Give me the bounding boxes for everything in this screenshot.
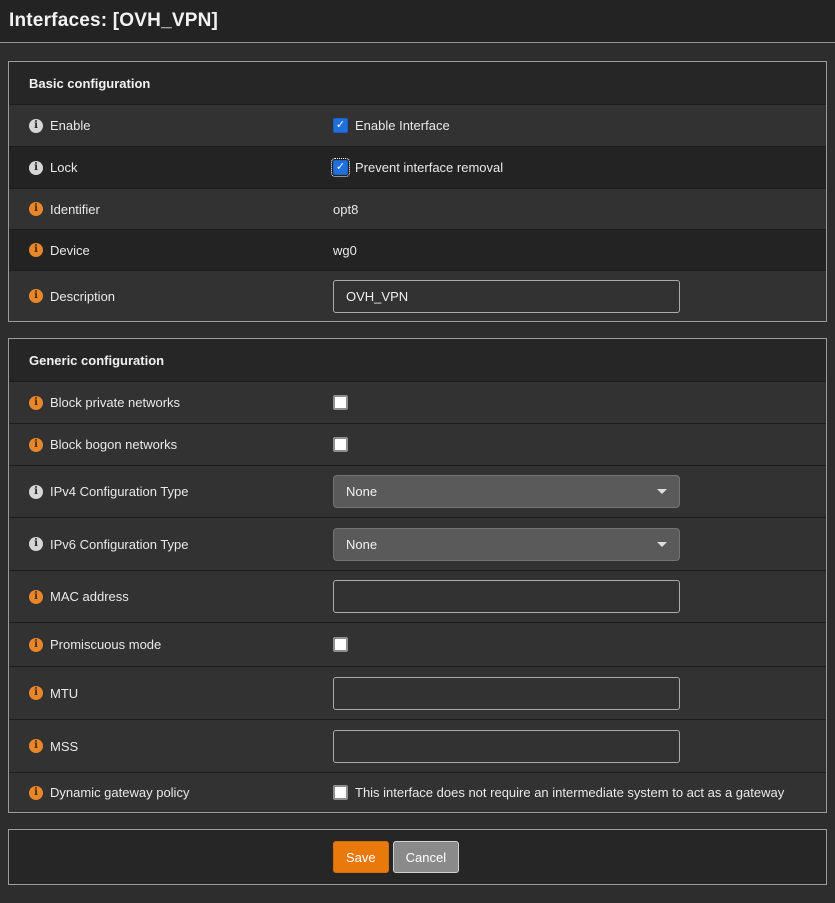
field-label-text: Description	[50, 289, 115, 304]
select-value: None	[346, 537, 657, 552]
dynamic-gateway-checkbox[interactable]	[333, 785, 348, 800]
field-label-text: Identifier	[50, 202, 100, 217]
ipv6-config-type-select[interactable]: None	[333, 528, 680, 561]
field-label: i MTU	[9, 686, 333, 701]
enable-interface-checkbox[interactable]: ✓	[333, 118, 348, 133]
mtu-input[interactable]	[333, 677, 680, 710]
generic-configuration-section: Generic configuration i Block private ne…	[8, 338, 827, 813]
ipv4-config-type-select[interactable]: None	[333, 475, 680, 508]
field-label-text: MSS	[50, 739, 78, 754]
info-icon[interactable]: i	[29, 638, 43, 652]
field-label: i IPv4 Configuration Type	[9, 484, 333, 499]
form-row-identifier: i Identifier opt8	[9, 188, 826, 229]
info-icon[interactable]: i	[29, 119, 43, 133]
form-row-mac-address: i MAC address	[9, 570, 826, 622]
block-private-checkbox[interactable]	[333, 395, 348, 410]
section-header-basic: Basic configuration	[9, 62, 826, 104]
field-label-text: Lock	[50, 160, 77, 175]
form-row-mtu: i MTU	[9, 666, 826, 719]
form-row-ipv6-type: i IPv6 Configuration Type None	[9, 517, 826, 570]
check-icon: ✓	[336, 162, 345, 173]
field-label: i Dynamic gateway policy	[9, 785, 333, 800]
form-row-lock: i Lock ✓ Prevent interface removal	[9, 146, 826, 188]
field-label-text: Enable	[50, 118, 90, 133]
page-header: Interfaces: [OVH_VPN]	[0, 0, 835, 43]
description-input[interactable]	[333, 280, 680, 313]
main-content: Basic configuration i Enable ✓ Enable In…	[0, 43, 835, 885]
checkbox-label: This interface does not require an inter…	[355, 785, 784, 800]
checkbox-label: Enable Interface	[355, 118, 450, 133]
save-button[interactable]: Save	[333, 841, 389, 873]
promiscuous-mode-checkbox[interactable]	[333, 637, 348, 652]
form-row-description: i Description	[9, 270, 826, 321]
info-icon[interactable]: i	[29, 537, 43, 551]
field-label-text: Device	[50, 243, 90, 258]
page-title: Interfaces: [OVH_VPN]	[9, 10, 218, 32]
field-label: i Promiscuous mode	[9, 637, 333, 652]
field-label: i MAC address	[9, 589, 333, 604]
block-bogon-checkbox[interactable]	[333, 437, 348, 452]
form-row-device: i Device wg0	[9, 229, 826, 270]
field-label-text: Block private networks	[50, 395, 180, 410]
field-label-text: MTU	[50, 686, 78, 701]
info-icon[interactable]: i	[29, 396, 43, 410]
basic-configuration-section: Basic configuration i Enable ✓ Enable In…	[8, 61, 827, 322]
form-row-block-private: i Block private networks	[9, 381, 826, 423]
form-actions: Save Cancel	[8, 829, 827, 885]
info-icon[interactable]: i	[29, 686, 43, 700]
field-label-text: Dynamic gateway policy	[50, 785, 189, 800]
field-label: i Block private networks	[9, 395, 333, 410]
field-label: i Enable	[9, 118, 333, 133]
info-icon[interactable]: i	[29, 289, 43, 303]
form-row-ipv4-type: i IPv4 Configuration Type None	[9, 465, 826, 517]
info-icon[interactable]: i	[29, 590, 43, 604]
checkbox-label: Prevent interface removal	[355, 160, 503, 175]
select-value: None	[346, 484, 657, 499]
field-label: i IPv6 Configuration Type	[9, 537, 333, 552]
form-row-enable: i Enable ✓ Enable Interface	[9, 104, 826, 146]
device-value: wg0	[333, 243, 357, 258]
mss-input[interactable]	[333, 730, 680, 763]
caret-down-icon	[657, 489, 667, 494]
field-label-text: IPv6 Configuration Type	[50, 537, 189, 552]
caret-down-icon	[657, 542, 667, 547]
info-icon[interactable]: i	[29, 438, 43, 452]
form-row-dynamic-gateway: i Dynamic gateway policy This interface …	[9, 772, 826, 812]
field-label-text: IPv4 Configuration Type	[50, 484, 189, 499]
field-label: i Block bogon networks	[9, 437, 333, 452]
lock-checkbox[interactable]: ✓	[333, 160, 348, 175]
form-row-promiscuous: i Promiscuous mode	[9, 622, 826, 666]
form-row-block-bogon: i Block bogon networks	[9, 423, 826, 465]
cancel-button[interactable]: Cancel	[393, 841, 459, 873]
info-icon[interactable]: i	[29, 786, 43, 800]
info-icon[interactable]: i	[29, 161, 43, 175]
mac-address-input[interactable]	[333, 580, 680, 613]
form-row-mss: i MSS	[9, 719, 826, 772]
field-label-text: Block bogon networks	[50, 437, 177, 452]
field-label: i Device	[9, 243, 333, 258]
info-icon[interactable]: i	[29, 243, 43, 257]
field-label-text: MAC address	[50, 589, 129, 604]
field-label: i MSS	[9, 739, 333, 754]
field-label-text: Promiscuous mode	[50, 637, 161, 652]
info-icon[interactable]: i	[29, 739, 43, 753]
section-header-generic: Generic configuration	[9, 339, 826, 381]
info-icon[interactable]: i	[29, 485, 43, 499]
field-label: i Description	[9, 289, 333, 304]
field-label: i Identifier	[9, 202, 333, 217]
check-icon: ✓	[336, 120, 345, 131]
field-label: i Lock	[9, 160, 333, 175]
info-icon[interactable]: i	[29, 202, 43, 216]
identifier-value: opt8	[333, 202, 358, 217]
